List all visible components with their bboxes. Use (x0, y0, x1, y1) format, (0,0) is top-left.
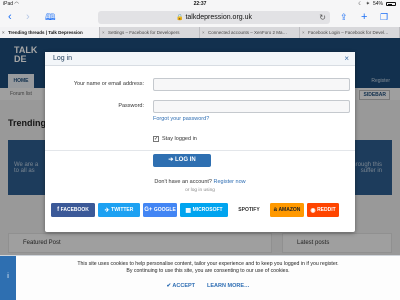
accept-cookies-button[interactable]: ✔ ACCEPT (166, 283, 195, 289)
close-tab-icon[interactable]: × (302, 27, 305, 38)
login-button[interactable]: ➔ LOG IN (153, 154, 211, 167)
login-icon: ➔ (168, 157, 174, 163)
browser-toolbar: ‹ › 🕮 🔒 talkdepression.org.uk ↻ ⇪ + ❐ (0, 8, 400, 27)
or-login-using: or log in using (185, 188, 215, 193)
modal-title: Log in (53, 55, 73, 62)
spotify-login-button[interactable]: SPOTIFY (231, 203, 267, 217)
reddit-icon: ◉ (310, 207, 316, 214)
social-login-buttons: f FACEBOOK ✈ TWITTER G+ GOOGLE ▦ MICROSOFT S… (51, 203, 351, 219)
reddit-login-button[interactable]: ◉ REDDIT (307, 203, 339, 217)
moon-icon: ☾ (358, 1, 363, 7)
forward-icon[interactable]: › (26, 11, 30, 23)
stay-logged-in-checkbox[interactable]: ✓ Stay logged in (153, 136, 197, 142)
google-login-button[interactable]: G+ GOOGLE (143, 203, 177, 217)
google-icon: G+ (144, 207, 153, 213)
back-icon[interactable]: ‹ (8, 11, 12, 23)
password-field[interactable] (153, 100, 350, 113)
stay-logged-in-label: Stay logged in (162, 136, 197, 142)
close-tab-icon[interactable]: × (102, 27, 105, 38)
close-tab-icon[interactable]: × (202, 27, 205, 38)
username-field[interactable] (153, 78, 350, 91)
battery-percent: 54% (372, 1, 383, 7)
lock-icon: 🔒 (175, 15, 184, 21)
modal-header: Log in × (45, 52, 355, 66)
amazon-login-button[interactable]: a AMAZON (270, 203, 304, 217)
new-tab-icon[interactable]: + (361, 11, 367, 23)
status-indicators: ☾ ✶ 54% (358, 1, 396, 7)
forgot-password-link[interactable]: Forgot your password? (153, 116, 209, 122)
cookie-message: This site uses cookies to help personali… (77, 261, 339, 274)
checkbox-icon[interactable]: ✓ (153, 136, 159, 142)
register-now-link[interactable]: Register now (214, 179, 246, 185)
facebook-icon: f (57, 207, 60, 213)
tab-trending-threads[interactable]: × Trending threads | Talk Depression (0, 27, 100, 38)
clock: 22:37 (193, 1, 207, 7)
microsoft-login-button[interactable]: ▦ MICROSOFT (180, 203, 228, 217)
divider (45, 150, 355, 151)
cookie-actions: ✔ ACCEPT LEARN MORE… (0, 283, 400, 289)
info-icon: i (0, 256, 16, 300)
username-label: Your name or email address: (73, 81, 144, 87)
bookmarks-icon[interactable]: 🕮 (45, 11, 56, 23)
microsoft-icon: ▦ (185, 207, 192, 214)
tab-facebook-login[interactable]: × Facebook Login – Facebook for Devel… (300, 27, 400, 38)
learn-more-link[interactable]: LEARN MORE… (207, 283, 249, 289)
amazon-icon: a (273, 207, 277, 213)
cookie-notice: i This site uses cookies to help persona… (0, 255, 400, 300)
bluetooth-icon: ✶ (365, 1, 370, 7)
tabs-overview-icon[interactable]: ❐ (380, 11, 388, 23)
url-text: talkdepression.org.uk (185, 14, 253, 21)
close-tab-icon[interactable]: × (2, 27, 5, 38)
tab-fb-developers-settings[interactable]: × Settings – Facebook for Developers (100, 27, 200, 38)
tab-connected-accounts[interactable]: × Connected accounts – XenForo 2 Ma… (200, 27, 300, 38)
login-modal: Log in × Your name or email address: Pas… (45, 52, 355, 232)
twitter-login-button[interactable]: ✈ TWITTER (98, 203, 140, 217)
close-icon[interactable]: × (344, 54, 349, 63)
address-bar[interactable]: 🔒 talkdepression.org.uk ↻ (98, 11, 330, 24)
password-label: Password: (118, 103, 144, 109)
battery-icon (386, 2, 396, 6)
share-icon[interactable]: ⇪ (340, 11, 348, 23)
register-prompt: Don't have an account? Register now (154, 179, 246, 185)
status-bar: iPad ◠ 22:37 ☾ ✶ 54% (0, 0, 400, 8)
twitter-icon: ✈ (104, 207, 110, 214)
facebook-login-button[interactable]: f FACEBOOK (51, 203, 95, 217)
tab-bar: × Trending threads | Talk Depression × Set… (0, 27, 400, 38)
reload-icon[interactable]: ↻ (319, 11, 326, 24)
check-icon: ✔ (166, 283, 172, 289)
